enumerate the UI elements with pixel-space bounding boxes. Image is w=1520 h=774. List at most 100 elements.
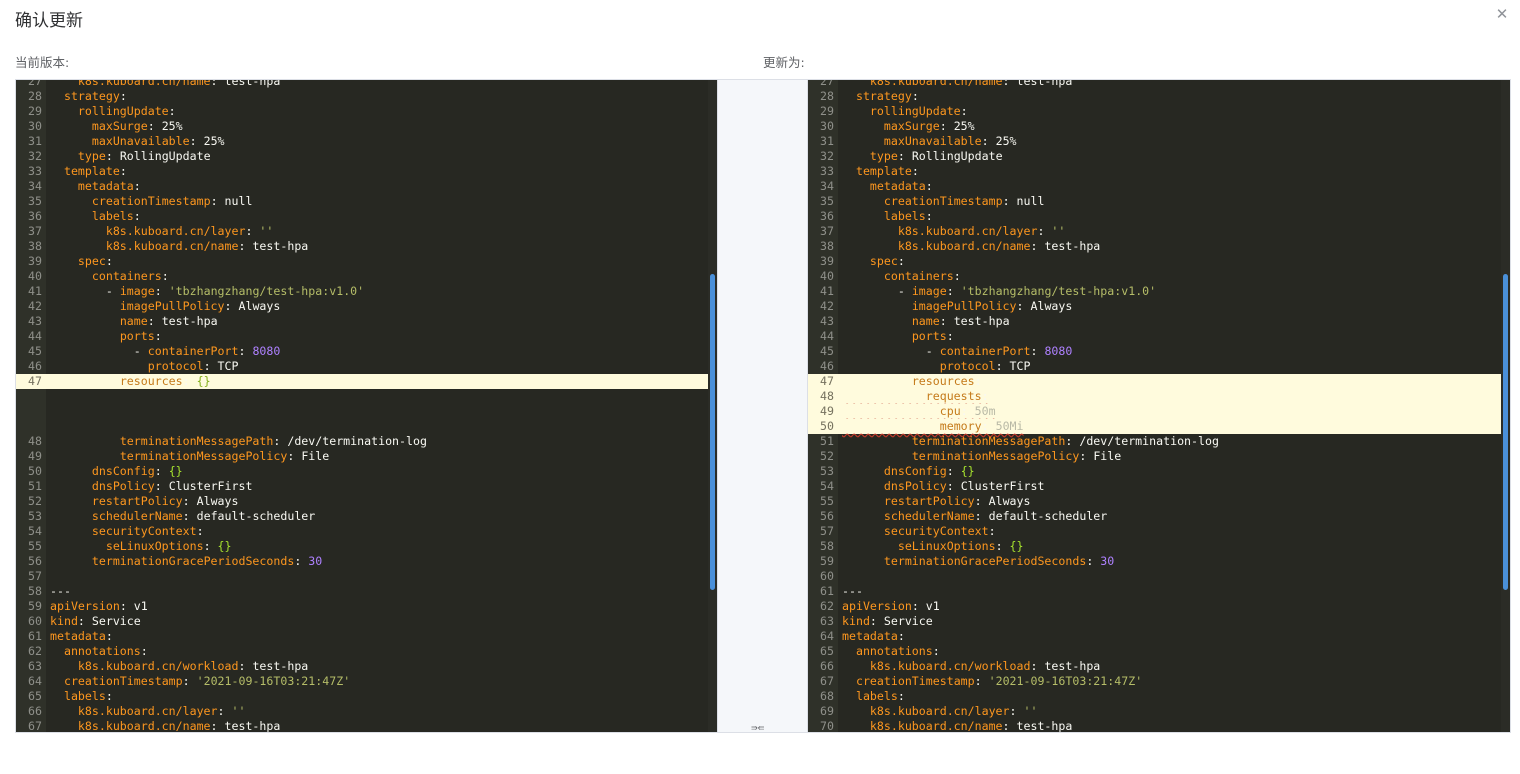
code-token: - bbox=[842, 284, 912, 298]
code-token: : bbox=[869, 614, 884, 628]
code-line: 44 ports: bbox=[808, 329, 1510, 344]
code-token: : bbox=[953, 269, 961, 283]
code-token: seLinuxOptions bbox=[897, 539, 996, 553]
line-number: 36 bbox=[28, 209, 42, 223]
code-token: : bbox=[238, 344, 253, 358]
code-token: File bbox=[301, 449, 330, 463]
code-token: : bbox=[210, 79, 225, 88]
code-token: : bbox=[897, 689, 905, 703]
line-number: 43 bbox=[28, 314, 42, 328]
code-line: 37 k8s.kuboard.cn/layer: '' bbox=[808, 224, 1510, 239]
code-token: k8s.kuboard.cn/name bbox=[897, 239, 1031, 253]
code-token: : bbox=[911, 164, 919, 178]
line-content: k8s.kuboard.cn/name: test-hpa bbox=[50, 239, 308, 253]
code-line: 29 rollingUpdate: bbox=[808, 104, 1510, 119]
line-number: 44 bbox=[28, 329, 42, 343]
code-token: : bbox=[946, 284, 961, 298]
line-content: maxUnavailable: 25% bbox=[50, 134, 225, 148]
code-line: 37 k8s.kuboard.cn/layer: '' bbox=[16, 224, 717, 239]
line-content: labels: bbox=[50, 209, 141, 223]
scrollbar-thumb[interactable] bbox=[1503, 274, 1508, 590]
line-content: containers: bbox=[842, 269, 961, 283]
code-token: apiVersion bbox=[842, 599, 912, 613]
line-content: protocol: TCP bbox=[50, 359, 239, 373]
code-token: labels bbox=[883, 209, 926, 223]
code-token: : bbox=[161, 269, 169, 283]
code-line: 53 schedulerName: default-scheduler bbox=[16, 509, 717, 524]
code-token: : bbox=[897, 149, 912, 163]
line-number: 34 bbox=[820, 179, 834, 193]
code-token: : bbox=[238, 659, 253, 673]
merge-arrows-icon[interactable]: ⇛⇚ bbox=[751, 721, 764, 734]
line-content: spec: bbox=[842, 254, 905, 268]
code-token: : bbox=[946, 479, 961, 493]
line-number: 31 bbox=[820, 134, 834, 148]
scrollbar-thumb[interactable] bbox=[710, 274, 715, 590]
code-token: maxUnavailable bbox=[91, 134, 190, 148]
code-line: 51 dnsPolicy: ClusterFirst bbox=[16, 479, 717, 494]
code-token: test-hpa bbox=[224, 719, 281, 733]
updated-version-editor[interactable]: 27 k8s.kuboard.cn/name: test-hpa 28 strat… bbox=[807, 79, 1511, 733]
line-content: creationTimestamp: '2021-09-16T03:21:47Z… bbox=[842, 674, 1142, 688]
code-line: 30 maxSurge: 25% bbox=[808, 119, 1510, 134]
line-content: schedulerName: default-scheduler bbox=[50, 509, 315, 523]
code-token: test-hpa bbox=[224, 79, 281, 88]
scrollbar-track[interactable] bbox=[1501, 80, 1510, 732]
code-token: creationTimestamp bbox=[855, 674, 975, 688]
close-icon[interactable]: ✕ bbox=[1492, 4, 1512, 24]
code-line: 43 name: test-hpa bbox=[808, 314, 1510, 329]
code-token: k8s.kuboard.cn/layer bbox=[105, 224, 246, 238]
code-token: : bbox=[911, 599, 926, 613]
code-token: : bbox=[210, 719, 225, 733]
code-lines: 27 k8s.kuboard.cn/name: test-hpa 28 strat… bbox=[808, 79, 1510, 733]
code-token: name bbox=[911, 314, 940, 328]
line-number: 57 bbox=[820, 524, 834, 538]
code-token: schedulerName bbox=[883, 509, 975, 523]
code-line: 59 apiVersion: v1 bbox=[16, 599, 717, 614]
line-content: creationTimestamp: '2021-09-16T03:21:47Z… bbox=[50, 674, 350, 688]
line-content: seLinuxOptions: {} bbox=[50, 539, 232, 553]
line-content: strategy: bbox=[50, 89, 127, 103]
code-token: 50m bbox=[974, 404, 996, 418]
code-line: 58 seLinuxOptions: {} bbox=[808, 539, 1510, 554]
current-version-editor[interactable]: 27 k8s.kuboard.cn/name: test-hpa 28 strat… bbox=[15, 79, 718, 733]
code-line: 40 containers: bbox=[16, 269, 717, 284]
code-token: : bbox=[939, 314, 954, 328]
line-number: 29 bbox=[820, 104, 834, 118]
code-token: '' bbox=[259, 224, 274, 238]
code-line: 63 k8s.kuboard.cn/workload: test-hpa bbox=[16, 659, 717, 674]
code-token: test-hpa bbox=[1016, 719, 1073, 733]
code-token: image bbox=[119, 284, 155, 298]
code-token: restartPolicy bbox=[883, 494, 975, 508]
code-token: dnsPolicy bbox=[91, 479, 155, 493]
code-token: 30 bbox=[1100, 554, 1115, 568]
code-token: : bbox=[1030, 344, 1045, 358]
code-token: : bbox=[911, 89, 919, 103]
code-line: 59 terminationGracePeriodSeconds: 30 bbox=[808, 554, 1510, 569]
line-number: 40 bbox=[820, 269, 834, 283]
scrollbar-track[interactable] bbox=[708, 80, 717, 732]
code-token: - bbox=[50, 284, 120, 298]
code-line: 46 protocol: TCP bbox=[16, 359, 717, 374]
line-number: 49 bbox=[28, 449, 42, 463]
line-number: 27 bbox=[28, 79, 42, 88]
code-token: test-hpa bbox=[1016, 79, 1073, 88]
